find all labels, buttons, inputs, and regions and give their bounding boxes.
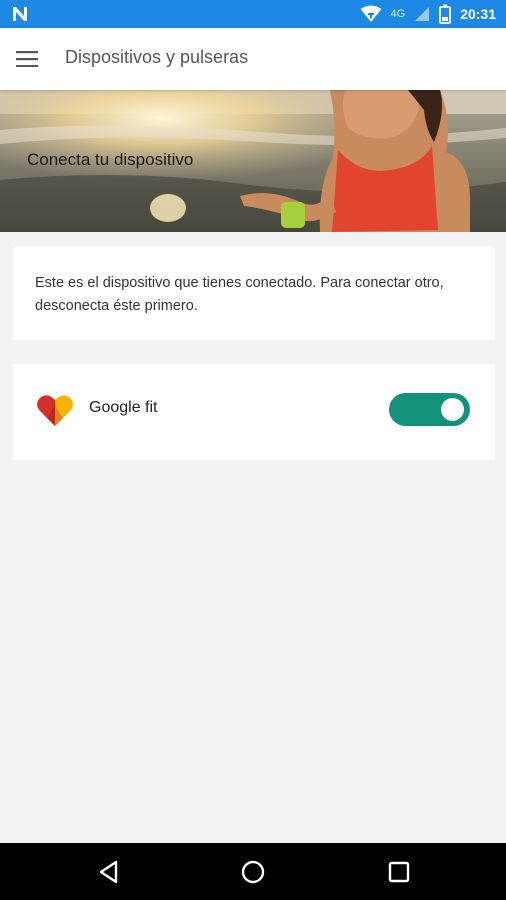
info-text: Este es el dispositivo que tienes conect…	[35, 275, 444, 314]
wifi-icon	[360, 5, 382, 23]
home-icon[interactable]	[238, 857, 268, 887]
app-bar: Dispositivos y pulseras	[0, 28, 506, 90]
info-card: Este es el dispositivo que tienes conect…	[13, 246, 495, 340]
device-name: Google fit	[89, 399, 158, 416]
signal-icon	[414, 6, 430, 22]
hamburger-menu-icon[interactable]	[10, 43, 44, 75]
toggle-knob	[441, 398, 464, 421]
back-icon[interactable]	[94, 857, 124, 887]
google-fit-heart-icon	[36, 394, 74, 428]
battery-icon	[439, 4, 452, 24]
page-title: Dispositivos y pulseras	[65, 47, 249, 67]
notification-n-icon	[10, 5, 30, 23]
device-toggle[interactable]	[389, 393, 470, 426]
status-bar: 4G 20:31	[0, 0, 506, 28]
device-card: Google fit	[13, 364, 495, 460]
hero-title: Conecta tu dispositivo	[27, 150, 194, 169]
recents-icon[interactable]	[384, 857, 414, 887]
status-time: 20:31	[460, 6, 496, 22]
network-type-label: 4G	[390, 8, 406, 20]
hero-banner: Conecta tu dispositivo	[0, 90, 506, 232]
system-nav-bar	[0, 843, 506, 900]
